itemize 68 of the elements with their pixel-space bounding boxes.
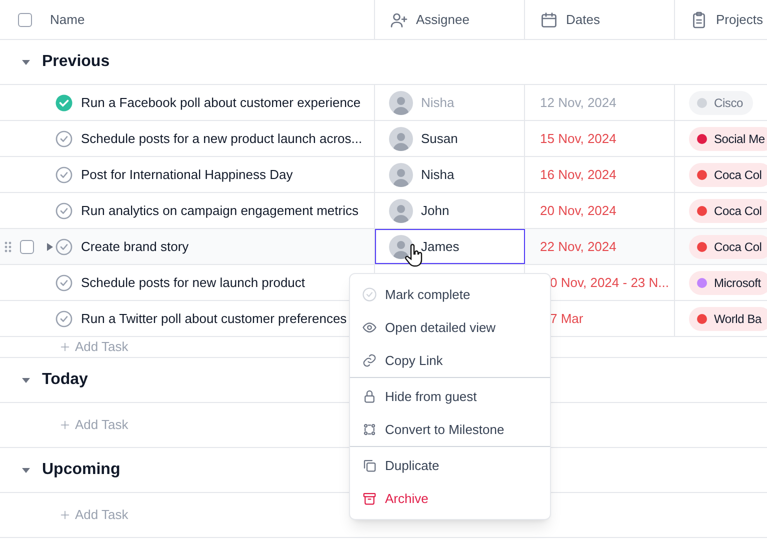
plus-icon — [60, 420, 70, 430]
menu-item[interactable]: Mark complete — [350, 278, 550, 311]
archive-icon — [362, 491, 377, 506]
check-circle-icon[interactable] — [55, 94, 73, 112]
assignee-name: John — [421, 202, 450, 220]
task-name[interactable]: Run a Twitter poll about customer preferences — [81, 308, 347, 328]
project-tag[interactable]: Microsoft — [689, 270, 767, 294]
calendar-icon — [540, 10, 558, 28]
milestone-icon — [362, 422, 377, 437]
project-tag[interactable]: Coca Col — [689, 162, 767, 186]
drag-handle-icon[interactable] — [4, 240, 12, 252]
duplicate-icon — [362, 458, 377, 473]
check-circle-icon[interactable] — [55, 238, 73, 256]
project-tag[interactable]: Social Me — [689, 126, 767, 150]
due-date: 20 Nov, 2024 — [540, 202, 616, 220]
group-title: Today — [42, 370, 88, 390]
plus-icon — [60, 342, 70, 352]
check-circle-icon[interactable] — [55, 202, 73, 220]
add-user-icon — [390, 10, 408, 28]
link-icon — [362, 353, 377, 368]
check-circle-icon — [362, 287, 377, 302]
avatar — [389, 90, 413, 114]
due-date: 15 Nov, 2024 — [540, 130, 616, 148]
task-name[interactable]: Schedule posts for a new product launch acros... — [81, 128, 362, 148]
due-date: 22 Nov, 2024 — [540, 238, 616, 256]
project-tag[interactable]: Coca Col — [689, 198, 767, 222]
project-tag[interactable]: World Ba — [689, 306, 767, 330]
group-title: Upcoming — [42, 460, 120, 480]
column-header[interactable]: Name — [50, 10, 85, 30]
menu-item[interactable]: Copy Link — [350, 344, 550, 377]
project-tag[interactable]: Coca Col — [689, 234, 767, 258]
due-date: 7 Mar — [550, 310, 584, 328]
avatar — [389, 234, 413, 258]
lock-icon — [362, 389, 377, 404]
assignee-name: Nisha — [421, 94, 454, 112]
column-header[interactable]: Projects — [716, 10, 763, 30]
task-name[interactable]: Run analytics on campaign engagement metrics — [81, 200, 358, 220]
expand-icon[interactable] — [46, 242, 54, 252]
check-circle-icon[interactable] — [55, 130, 73, 148]
task-name[interactable]: Schedule posts for new launch product — [81, 272, 306, 292]
avatar — [389, 162, 413, 186]
assignee-name: Susan — [421, 130, 458, 148]
task-name[interactable]: Post for International Happiness Day — [81, 164, 293, 184]
checkbox[interactable] — [20, 240, 34, 254]
checkbox[interactable] — [18, 12, 32, 26]
clipboard-icon — [690, 10, 708, 28]
assignee-name: James — [421, 238, 460, 256]
due-date: 16 Nov, 2024 — [540, 166, 616, 184]
avatar — [389, 126, 413, 150]
column-header[interactable]: Dates — [566, 10, 600, 30]
check-circle-icon[interactable] — [55, 274, 73, 292]
check-circle-icon[interactable] — [55, 310, 73, 328]
plus-icon — [60, 510, 70, 520]
menu-item[interactable]: Hide from guest — [350, 380, 550, 413]
menu-item[interactable]: Duplicate — [350, 449, 550, 482]
column-header[interactable]: Assignee — [416, 10, 470, 30]
menu-item[interactable]: Open detailed view — [350, 311, 550, 344]
group-title: Previous — [42, 52, 110, 72]
menu-item[interactable]: Archive — [350, 482, 550, 515]
due-date: 12 Nov, 2024 — [540, 94, 616, 112]
eye-icon — [362, 320, 377, 335]
check-circle-icon[interactable] — [55, 166, 73, 184]
task-name[interactable]: Run a Facebook poll about customer experience — [81, 92, 361, 112]
assignee-name: Nisha — [421, 166, 454, 184]
avatar — [389, 198, 413, 222]
project-tag[interactable]: Cisco — [689, 90, 754, 114]
task-name[interactable]: Create brand story — [81, 236, 189, 256]
menu-item[interactable]: Convert to Milestone — [350, 413, 550, 446]
